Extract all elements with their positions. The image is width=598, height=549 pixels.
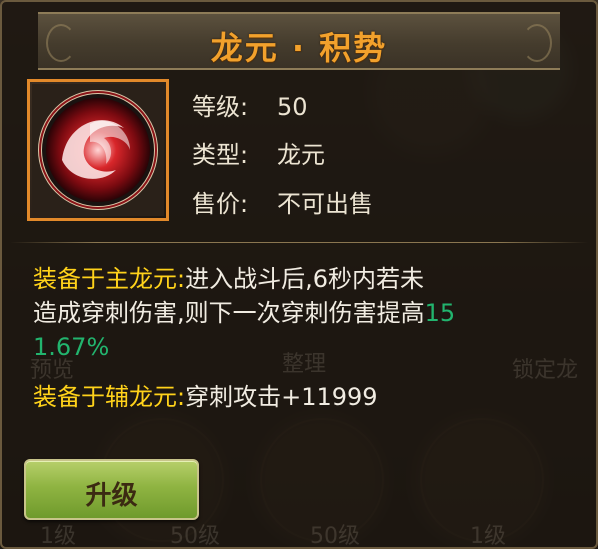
price-row: 售价: 不可出售: [192, 184, 373, 219]
price-label: 售价:: [192, 190, 249, 218]
main-effect-highlight-2: 1.67%: [33, 333, 110, 361]
background-level-label: 50级: [170, 524, 220, 549]
title-banner: 龙元 · 积势: [38, 12, 560, 70]
main-effect-text-2: 造成穿刺伤害,则下一次穿刺伤害提高: [33, 299, 425, 327]
price-value: 不可出售: [277, 190, 373, 218]
item-title: 龙元 · 积势: [210, 29, 388, 67]
level-value: 50: [277, 93, 308, 121]
level-row: 等级: 50: [192, 87, 308, 122]
upgrade-button[interactable]: 升级: [24, 459, 199, 520]
background-level-label: 1级: [470, 524, 506, 549]
level-label: 等级:: [192, 93, 249, 121]
item-icon-frame: [27, 79, 169, 221]
background-level-label: 50级: [310, 524, 360, 549]
red-swirl-dragon-orb-icon: [32, 84, 164, 216]
type-row: 类型: 龙元: [192, 135, 325, 170]
background-level-label: 1级: [40, 524, 76, 549]
aux-equip-label: 装备于辅龙元:: [33, 383, 186, 411]
main-effect-highlight-1: 15: [424, 299, 456, 327]
upgrade-button-label: 升级: [85, 481, 138, 511]
type-label: 类型:: [192, 141, 249, 169]
item-tooltip-screen: 预览 整理 锁定龙 1级 50级 50级 1级 龙元 · 积势 等级: 50 类…: [0, 0, 598, 549]
aux-effect-text: 穿刺攻击+11999: [185, 383, 378, 411]
main-effect-text-1: 进入战斗后,6秒内若未: [185, 265, 424, 293]
section-divider: [10, 242, 588, 243]
aux-effect-description: 装备于辅龙元:穿刺攻击+11999: [33, 377, 378, 412]
type-value: 龙元: [277, 141, 325, 169]
main-effect-description: 装备于主龙元:进入战斗后,6秒内若未 造成穿刺伤害,则下一次穿刺伤害提高15 1…: [33, 262, 563, 364]
main-equip-label: 装备于主龙元:: [33, 265, 186, 293]
